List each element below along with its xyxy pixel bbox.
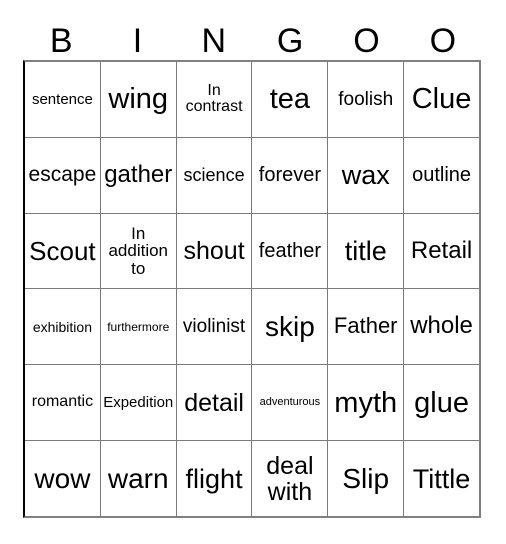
- bingo-cell[interactable]: In contrast: [175, 62, 252, 137]
- bingo-cell-label: adventurous: [259, 396, 321, 408]
- bingo-cell[interactable]: Retail: [403, 213, 479, 289]
- bingo-cell-label: deal with: [266, 451, 314, 506]
- bingo-cell-label: Slip: [342, 463, 390, 494]
- bingo-grid: sentence wing In contrast tea foolish Cl…: [23, 60, 481, 518]
- bingo-cell[interactable]: feather: [251, 213, 328, 289]
- bingo-cell-label: sentence: [31, 90, 93, 108]
- bingo-cell-label: Clue: [411, 83, 472, 116]
- bingo-cell-label: wax: [341, 160, 390, 191]
- bingo-cell[interactable]: violinist: [175, 289, 252, 365]
- bingo-cell-label: escape: [28, 163, 97, 187]
- bingo-cell-label: flight: [185, 463, 243, 494]
- bingo-cell-label: feather: [258, 239, 322, 262]
- bingo-cell-label: Tittle: [412, 463, 471, 494]
- bingo-row: Scout In addition to shout feather title…: [25, 212, 479, 289]
- bingo-cell-label: In addition to: [108, 223, 169, 278]
- bingo-cell[interactable]: myth: [327, 365, 404, 441]
- bingo-cell[interactable]: Tittle: [403, 441, 479, 516]
- bingo-cell[interactable]: wow: [25, 441, 100, 516]
- bingo-row: romantic Expedition detail adventurous m…: [25, 364, 479, 441]
- bingo-cell[interactable]: glue: [403, 365, 479, 441]
- bingo-cell-label: warn: [107, 463, 169, 494]
- bingo-cell-label: wow: [34, 463, 91, 494]
- bingo-cell-label: forever: [258, 163, 322, 186]
- bingo-cell[interactable]: title: [327, 213, 404, 289]
- bingo-cell[interactable]: wax: [327, 137, 404, 213]
- header-letter-3: N: [201, 22, 227, 60]
- bingo-cell[interactable]: furthermore: [99, 289, 176, 365]
- bingo-cell-label: foolish: [338, 88, 394, 110]
- bingo-header-row: B I N G O O: [23, 10, 481, 60]
- bingo-cell-label: exhibition: [32, 318, 92, 335]
- bingo-row: escape gather science forever wax outlin…: [25, 136, 479, 213]
- bingo-cell[interactable]: romantic: [25, 365, 100, 441]
- bingo-cell-label: title: [344, 236, 387, 267]
- bingo-cell[interactable]: outline: [403, 137, 479, 213]
- bingo-card: B I N G O O sentence wing In contrast te…: [23, 10, 481, 519]
- bingo-cell[interactable]: forever: [251, 137, 328, 213]
- bingo-cell[interactable]: deal with: [251, 441, 328, 516]
- bingo-cell-label: science: [183, 164, 245, 185]
- bingo-cell-label: furthermore: [107, 319, 170, 334]
- bingo-cell[interactable]: Expedition: [99, 365, 176, 441]
- bingo-cell[interactable]: gather: [99, 137, 176, 213]
- bingo-cell-label: shout: [183, 237, 245, 266]
- bingo-cell[interactable]: escape: [25, 137, 100, 213]
- bingo-cell[interactable]: In addition to: [99, 213, 176, 289]
- bingo-cell[interactable]: Clue: [403, 62, 479, 137]
- bingo-cell[interactable]: adventurous: [251, 365, 328, 441]
- bingo-cell-label: glue: [414, 386, 469, 419]
- header-letter-5: O: [353, 22, 380, 60]
- bingo-cell-label: Scout: [29, 235, 96, 266]
- bingo-cell-label: wing: [108, 83, 169, 116]
- bingo-cell-label: tea: [269, 83, 311, 116]
- bingo-cell-label: whole: [410, 312, 473, 340]
- header-letter-4: G: [276, 22, 304, 60]
- bingo-cell[interactable]: tea: [251, 62, 328, 137]
- bingo-cell[interactable]: wing: [99, 62, 176, 137]
- bingo-cell[interactable]: whole: [403, 289, 479, 365]
- bingo-row: exhibition furthermore violinist skip Fa…: [25, 288, 479, 365]
- bingo-cell-label: myth: [334, 386, 398, 419]
- bingo-cell[interactable]: Slip: [327, 441, 404, 516]
- bingo-cell[interactable]: Father: [327, 289, 404, 365]
- bingo-cell-label: skip: [265, 311, 315, 343]
- bingo-cell[interactable]: Scout: [25, 213, 100, 289]
- bingo-cell[interactable]: exhibition: [25, 289, 100, 365]
- bingo-cell[interactable]: sentence: [25, 62, 100, 137]
- bingo-cell-label: Father: [333, 313, 398, 339]
- bingo-cell[interactable]: warn: [99, 441, 176, 516]
- bingo-cell-label: Expedition: [103, 393, 174, 411]
- header-letter-6: O: [429, 22, 457, 60]
- bingo-cell[interactable]: detail: [175, 365, 252, 441]
- bingo-row: sentence wing In contrast tea foolish Cl…: [25, 62, 479, 137]
- bingo-cell[interactable]: science: [175, 137, 252, 213]
- bingo-cell-label: detail: [184, 388, 244, 417]
- bingo-cell-label: Retail: [410, 236, 473, 264]
- bingo-cell-label: gather: [104, 160, 173, 188]
- bingo-cell[interactable]: shout: [175, 213, 252, 289]
- header-letter-2: I: [132, 22, 143, 60]
- header-letter-1: B: [49, 22, 73, 60]
- bingo-cell-label: outline: [412, 163, 472, 186]
- bingo-cell[interactable]: skip: [251, 289, 328, 365]
- bingo-cell[interactable]: foolish: [327, 62, 404, 137]
- bingo-cell-label: romantic: [31, 393, 94, 411]
- bingo-cell-label: violinist: [182, 316, 246, 338]
- bingo-cell[interactable]: flight: [175, 441, 252, 516]
- bingo-cell-label: In contrast: [185, 81, 243, 116]
- bingo-row: wow warn flight deal with Slip Tittle: [25, 440, 479, 516]
